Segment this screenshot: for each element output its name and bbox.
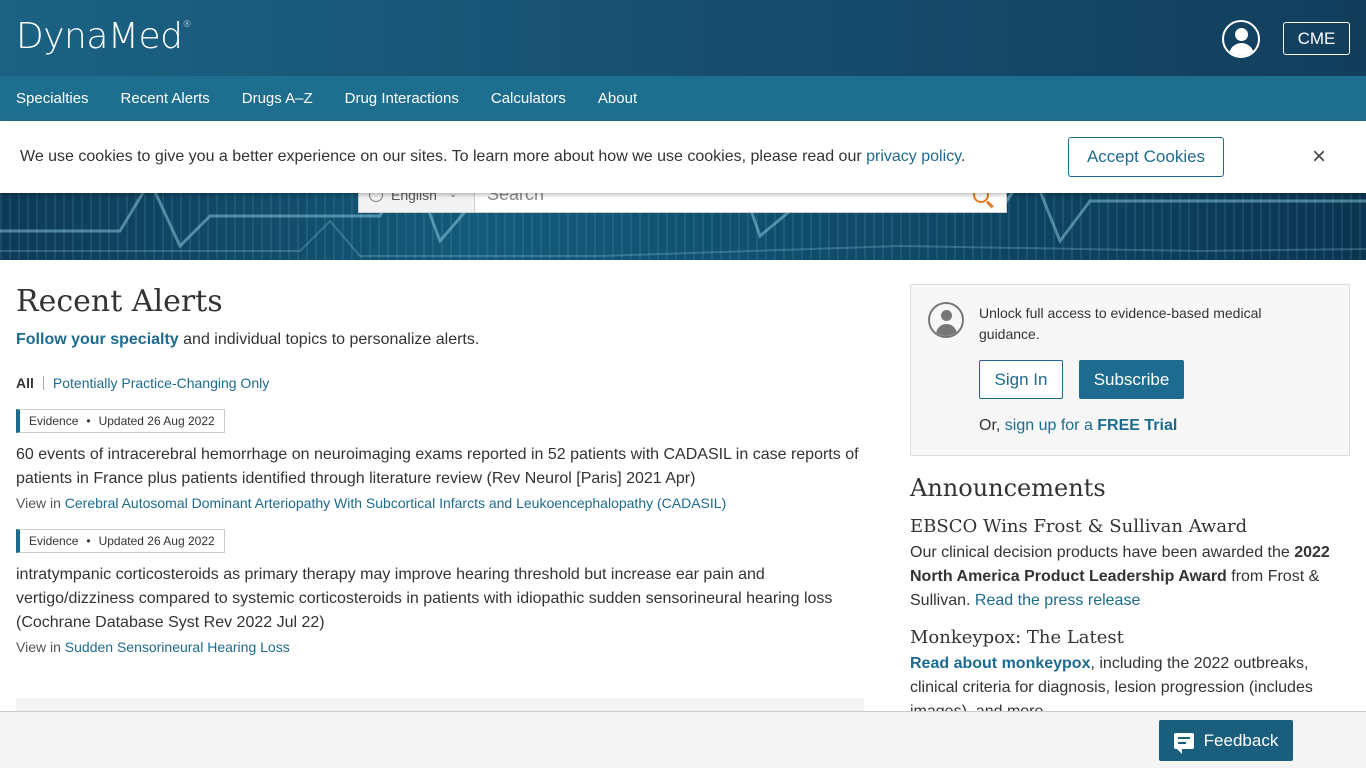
cme-button[interactable]: CME [1283,22,1350,55]
alert-filters: All Potentially Practice-Changing Only [16,375,866,391]
privacy-policy-link[interactable]: privacy policy [866,148,961,165]
sign-in-button[interactable]: Sign In [979,360,1063,399]
follow-prompt: Follow your specialty and individual top… [16,331,866,349]
nav-drugs-a-z[interactable]: Drugs A–Z [242,90,313,107]
announcements-title: Announcements [910,474,1106,502]
feedback-label: Feedback [1203,730,1279,750]
filter-divider [42,376,44,390]
alert-type: Evidence [29,414,79,428]
alert-badge: Evidence • Updated 26 Aug 2022 [16,409,225,433]
user-account-icon[interactable] [1222,20,1260,58]
close-icon[interactable]: × [1312,145,1326,169]
alert-topic-link[interactable]: Sudden Sensorineural Hearing Loss [65,639,290,655]
trial-prefix: Or, [979,417,1005,434]
nav-drug-interactions[interactable]: Drug Interactions [345,90,459,107]
alert-updated: Updated 26 Aug 2022 [98,414,215,428]
alert-item: Evidence • Updated 26 Aug 2022 60 events o… [16,409,866,511]
announcement-title: EBSCO Wins Frost & Sullivan Award [910,516,1248,537]
access-box: Unlock full access to evidence-based med… [910,284,1350,456]
person-icon [928,302,964,338]
filter-practice-changing[interactable]: Potentially Practice-Changing Only [53,375,269,391]
trial-link-text: sign up for a [1004,417,1098,434]
unlock-text: Unlock full access to evidence-based med… [979,305,1262,342]
cookie-banner: We use cookies to give you a better expe… [0,121,1366,193]
main-nav: Specialties Recent Alerts Drugs A–Z Drug… [0,76,1366,121]
chat-icon [1173,732,1194,754]
follow-rest-text: and individual topics to personalize ale… [178,331,480,348]
alert-topic-link[interactable]: Cerebral Autosomal Dominant Arteriopathy… [65,495,726,511]
alert-updated: Updated 26 Aug 2022 [98,534,215,548]
free-trial-link[interactable]: sign up for a FREE Trial [1005,417,1178,434]
trial-free-text: FREE Trial [1097,417,1178,434]
alert-badge: Evidence • Updated 26 Aug 2022 [16,529,225,553]
accept-cookies-button[interactable]: Accept Cookies [1068,137,1224,177]
alert-text[interactable]: intratympanic corticosteroids as primary… [16,563,866,635]
next-alert-placeholder [16,698,864,712]
alert-item: Evidence • Updated 26 Aug 2022 intratympan… [16,529,866,655]
alert-view-in: View in Cerebral Autosomal Dominant Arte… [16,495,866,511]
page-title: Recent Alerts [16,284,223,319]
feedback-button[interactable]: Feedback [1159,720,1293,761]
follow-specialty-link[interactable]: Follow your specialty [16,331,179,348]
footer-bar: Feedback [0,711,1366,768]
alert-text[interactable]: 60 events of intracerebral hemorrhage on… [16,443,866,491]
top-header: DynaMed® CME [0,0,1366,76]
cookie-message: We use cookies to give you a better expe… [20,148,965,166]
monkeypox-link[interactable]: Read about monkeypox [910,655,1090,672]
nav-calculators[interactable]: Calculators [491,90,566,107]
free-trial-line: Or, sign up for a FREE Trial [979,417,1177,435]
sidebar: Unlock full access to evidence-based med… [910,284,1350,724]
subscribe-button[interactable]: Subscribe [1079,360,1184,399]
view-in-label: View in [16,639,61,655]
nav-recent-alerts[interactable]: Recent Alerts [121,90,210,107]
registered-mark: ® [182,20,191,30]
filter-all[interactable]: All [16,375,34,391]
alert-view-in: View in Sudden Sensorineural Hearing Los… [16,639,866,655]
announcement-title: Monkeypox: The Latest [910,627,1124,648]
nav-specialties[interactable]: Specialties [16,90,89,107]
cookie-message-text: We use cookies to give you a better expe… [20,148,862,165]
cookie-period: . [960,148,966,165]
press-release-link[interactable]: Read the press release [975,592,1140,609]
announcement-text: Our clinical decision products have been… [910,541,1350,613]
dynamed-logo[interactable]: DynaMed® [16,16,191,57]
nav-about[interactable]: About [598,90,637,107]
main-content: Recent Alerts Follow your specialty and … [16,284,866,655]
ann1-text1: Our clinical decision products have been… [910,544,1295,561]
view-in-label: View in [16,495,61,511]
logo-text: DynaMed [16,16,183,57]
alert-type: Evidence [29,534,79,548]
